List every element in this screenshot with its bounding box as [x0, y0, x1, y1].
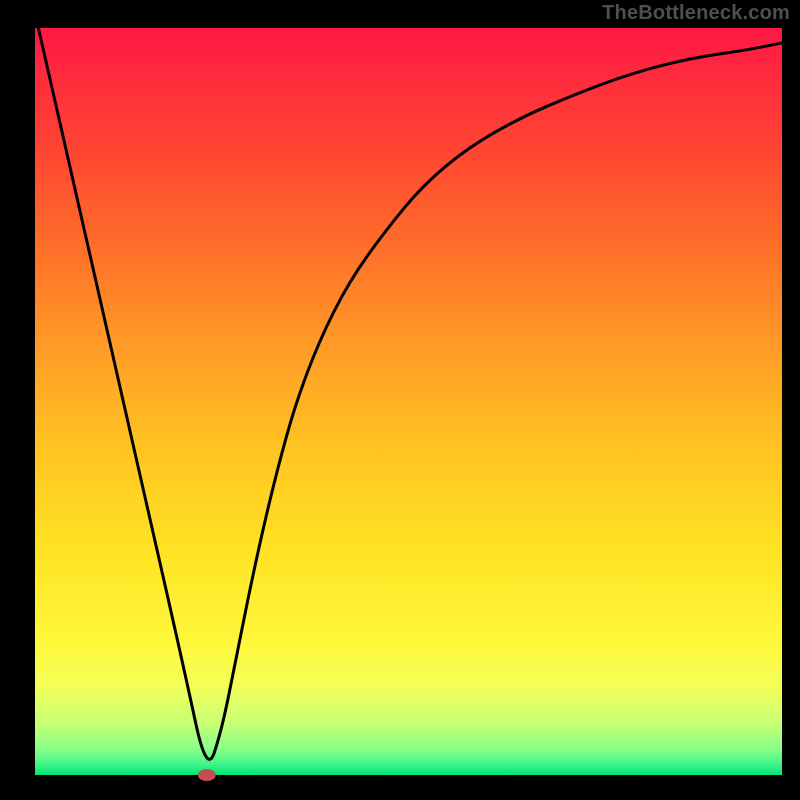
bottleneck-chart	[0, 0, 800, 800]
chart-frame: TheBottleneck.com	[0, 0, 800, 800]
plot-background	[35, 28, 782, 775]
attribution-text: TheBottleneck.com	[602, 2, 790, 25]
optimal-point-marker	[198, 769, 216, 781]
